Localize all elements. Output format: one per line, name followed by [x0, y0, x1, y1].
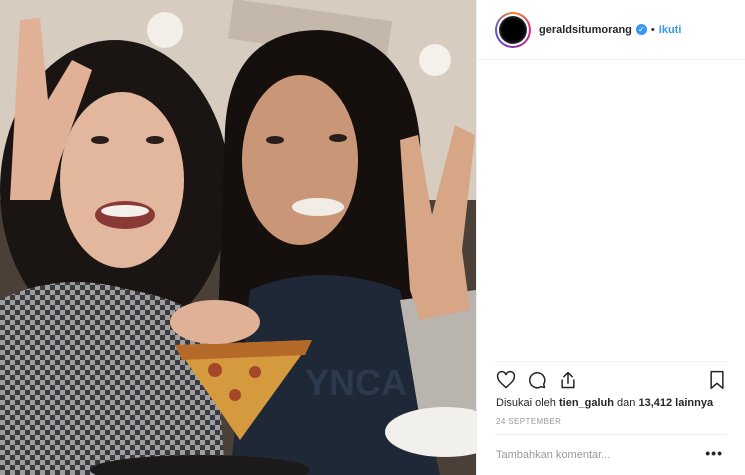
avatar-frame: [497, 13, 529, 46]
liked-by-user-link[interactable]: tien_galuh: [559, 397, 614, 409]
photo-illustration: YNCA: [0, 0, 476, 475]
post-sidebar: geraldsitumorang ✓ • Ikuti Disukai oleh …: [476, 0, 745, 475]
divider: [495, 361, 727, 362]
comment-input[interactable]: [496, 446, 696, 464]
avatar-story-ring[interactable]: [495, 11, 531, 48]
more-options-icon[interactable]: •••: [705, 445, 723, 461]
verified-badge-icon: ✓: [635, 24, 647, 35]
post-header: geraldsitumorang ✓ • Ikuti: [477, 0, 745, 60]
share-icon[interactable]: [557, 369, 579, 391]
likes-summary: Disukai oleh tien_galuh dan 13,412 lainn…: [496, 397, 713, 409]
follow-button[interactable]: Ikuti: [659, 24, 682, 36]
likes-prefix: Disukai oleh: [496, 397, 559, 409]
post-date[interactable]: 24 SEPTEMBER: [496, 417, 561, 426]
svg-text:YNCA: YNCA: [305, 362, 407, 403]
action-bar: [495, 368, 728, 392]
bookmark-icon[interactable]: [706, 369, 728, 391]
heart-icon[interactable]: [495, 369, 517, 391]
divider: [495, 434, 727, 435]
separator-dot: •: [650, 23, 655, 36]
comment-icon[interactable]: [526, 369, 548, 391]
username-link[interactable]: geraldsitumorang: [539, 24, 632, 36]
likes-middle: dan: [614, 397, 639, 409]
avatar: [499, 15, 527, 44]
post-photo[interactable]: YNCA: [0, 0, 476, 475]
likes-count-link[interactable]: 13,412 lainnya: [638, 397, 713, 409]
